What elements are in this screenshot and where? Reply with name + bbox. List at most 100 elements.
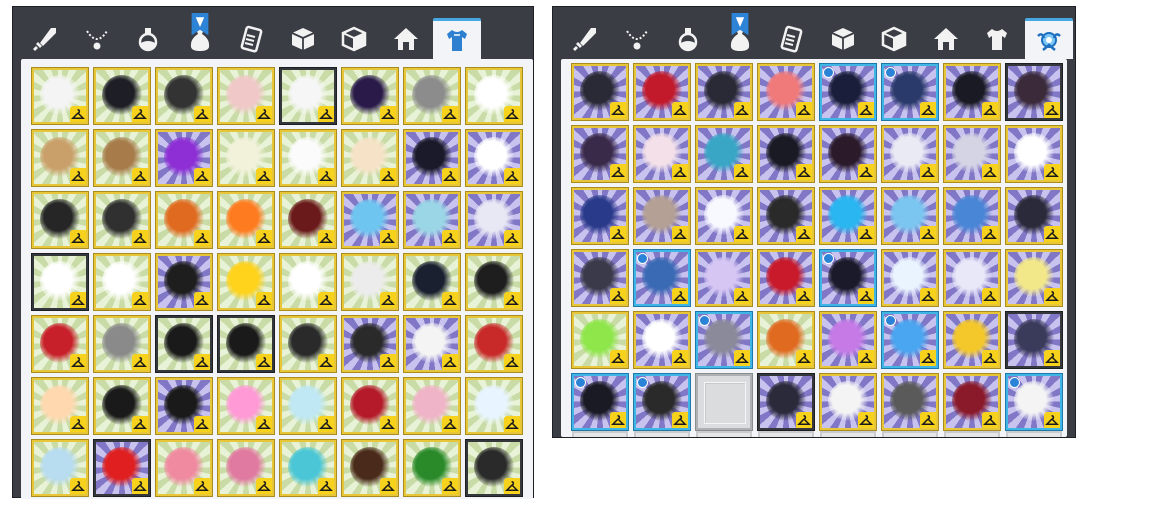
item-slot[interactable] bbox=[31, 191, 89, 249]
item-slot[interactable] bbox=[1005, 311, 1063, 369]
tab-sword[interactable] bbox=[561, 21, 609, 57]
item-slot[interactable] bbox=[279, 129, 337, 187]
item-slot[interactable] bbox=[465, 191, 523, 249]
item-slot[interactable] bbox=[403, 129, 461, 187]
item-slot[interactable] bbox=[571, 187, 629, 245]
tab-potion[interactable] bbox=[124, 21, 172, 57]
item-slot[interactable] bbox=[341, 315, 399, 373]
item-slot[interactable] bbox=[155, 439, 213, 497]
item-slot[interactable] bbox=[1005, 125, 1063, 183]
item-slot[interactable] bbox=[217, 191, 275, 249]
item-slot[interactable] bbox=[31, 439, 89, 497]
item-slot[interactable] bbox=[881, 125, 939, 183]
item-slot[interactable] bbox=[943, 125, 1001, 183]
item-slot[interactable] bbox=[403, 67, 461, 125]
item-slot[interactable] bbox=[279, 67, 337, 125]
tab-necklace[interactable] bbox=[73, 21, 121, 57]
item-slot[interactable] bbox=[1005, 63, 1063, 121]
item-slot[interactable] bbox=[943, 63, 1001, 121]
tab-box-open[interactable] bbox=[870, 21, 918, 57]
item-slot[interactable] bbox=[279, 191, 337, 249]
item-slot[interactable] bbox=[695, 125, 753, 183]
item-slot[interactable] bbox=[217, 253, 275, 311]
item-slot[interactable] bbox=[465, 439, 523, 497]
item-slot[interactable] bbox=[571, 249, 629, 307]
item-slot[interactable] bbox=[757, 125, 815, 183]
item-slot-partial[interactable] bbox=[944, 431, 1000, 437]
item-slot[interactable] bbox=[155, 129, 213, 187]
item-slot[interactable] bbox=[881, 187, 939, 245]
item-slot[interactable] bbox=[881, 373, 939, 431]
item-slot[interactable] bbox=[571, 125, 629, 183]
item-slot[interactable] bbox=[31, 315, 89, 373]
tab-shirt[interactable] bbox=[973, 21, 1021, 57]
item-slot[interactable] bbox=[881, 63, 939, 121]
item-slot[interactable] bbox=[881, 311, 939, 369]
item-slot[interactable] bbox=[465, 129, 523, 187]
item-slot[interactable] bbox=[341, 439, 399, 497]
item-slot[interactable] bbox=[465, 67, 523, 125]
item-slot[interactable] bbox=[819, 373, 877, 431]
item-slot[interactable] bbox=[341, 377, 399, 435]
item-slot[interactable] bbox=[757, 187, 815, 245]
item-slot[interactable] bbox=[31, 377, 89, 435]
item-slot-partial[interactable] bbox=[572, 431, 628, 437]
tab-box[interactable] bbox=[279, 21, 327, 57]
item-slot[interactable] bbox=[155, 377, 213, 435]
item-slot-partial[interactable] bbox=[696, 431, 752, 437]
item-slot[interactable] bbox=[819, 125, 877, 183]
item-slot[interactable] bbox=[279, 315, 337, 373]
item-slot[interactable] bbox=[217, 377, 275, 435]
item-slot[interactable] bbox=[757, 249, 815, 307]
tab-house[interactable] bbox=[922, 21, 970, 57]
item-slot[interactable] bbox=[633, 63, 691, 121]
item-slot[interactable] bbox=[217, 439, 275, 497]
item-slot[interactable] bbox=[341, 129, 399, 187]
empty-slot[interactable] bbox=[695, 373, 753, 431]
item-slot-partial[interactable] bbox=[1006, 431, 1062, 437]
tab-box-open[interactable] bbox=[330, 21, 378, 57]
item-slot[interactable] bbox=[695, 311, 753, 369]
item-slot[interactable] bbox=[757, 63, 815, 121]
item-slot[interactable] bbox=[217, 315, 275, 373]
item-slot[interactable] bbox=[93, 129, 151, 187]
item-slot[interactable] bbox=[93, 191, 151, 249]
item-slot[interactable] bbox=[633, 125, 691, 183]
tab-scroll[interactable] bbox=[227, 21, 275, 57]
item-slot[interactable] bbox=[93, 67, 151, 125]
item-slot[interactable] bbox=[93, 439, 151, 497]
item-slot[interactable] bbox=[403, 439, 461, 497]
item-slot[interactable] bbox=[155, 67, 213, 125]
item-slot[interactable] bbox=[217, 129, 275, 187]
item-slot[interactable] bbox=[341, 253, 399, 311]
item-slot[interactable] bbox=[341, 67, 399, 125]
item-slot[interactable] bbox=[633, 187, 691, 245]
tab-bag[interactable] bbox=[176, 13, 224, 57]
tab-house[interactable] bbox=[382, 21, 430, 57]
item-slot[interactable] bbox=[155, 253, 213, 311]
item-slot[interactable] bbox=[279, 253, 337, 311]
item-slot[interactable] bbox=[943, 249, 1001, 307]
item-slot[interactable] bbox=[881, 249, 939, 307]
tab-scroll[interactable] bbox=[767, 21, 815, 57]
item-slot-partial[interactable] bbox=[882, 431, 938, 437]
item-slot[interactable] bbox=[93, 253, 151, 311]
item-slot[interactable] bbox=[403, 315, 461, 373]
tab-wing-emblem[interactable] bbox=[1024, 18, 1073, 59]
item-slot[interactable] bbox=[1005, 187, 1063, 245]
item-slot[interactable] bbox=[943, 373, 1001, 431]
item-slot-partial[interactable] bbox=[820, 431, 876, 437]
item-slot[interactable] bbox=[757, 373, 815, 431]
item-slot[interactable] bbox=[403, 377, 461, 435]
item-slot[interactable] bbox=[571, 311, 629, 369]
item-slot[interactable] bbox=[695, 63, 753, 121]
tab-sword[interactable] bbox=[21, 21, 69, 57]
tab-shirt[interactable] bbox=[433, 18, 481, 59]
item-slot[interactable] bbox=[571, 373, 629, 431]
item-slot[interactable] bbox=[1005, 249, 1063, 307]
item-slot[interactable] bbox=[571, 63, 629, 121]
item-slot[interactable] bbox=[757, 311, 815, 369]
item-slot[interactable] bbox=[93, 315, 151, 373]
item-slot[interactable] bbox=[819, 311, 877, 369]
item-slot[interactable] bbox=[633, 311, 691, 369]
